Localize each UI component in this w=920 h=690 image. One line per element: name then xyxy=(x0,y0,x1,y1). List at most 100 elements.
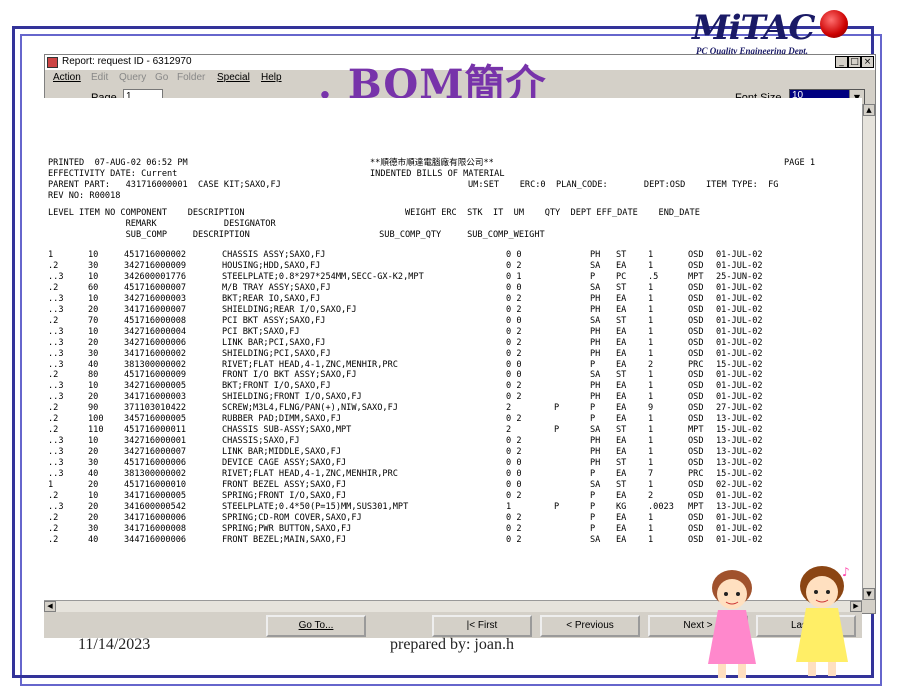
table-cell: 01-JUL-02 xyxy=(716,523,763,534)
table-cell: 341716000006 xyxy=(124,512,187,523)
menu-edit[interactable]: Edit xyxy=(91,72,108,83)
column-header-2: REMARK DESIGNATOR xyxy=(48,219,276,229)
table-cell: 13-JUL-02 xyxy=(716,501,763,512)
mitac-logo: MiTAC PC Quality Engineering Dept. xyxy=(692,6,852,56)
first-button[interactable]: |< First xyxy=(432,615,532,637)
table-cell: 1 xyxy=(648,304,654,315)
maximize-button[interactable]: □ xyxy=(848,56,861,68)
table-cell: 1 xyxy=(648,315,654,326)
effectivity-line: EFFECTIVITY DATE: Current xyxy=(48,169,178,179)
table-cell: 1 xyxy=(648,348,654,359)
table-cell: 0 0 xyxy=(506,479,522,490)
table-cell: ..3 xyxy=(48,293,64,304)
close-button[interactable]: × xyxy=(861,56,874,68)
table-cell: ..3 xyxy=(48,458,64,469)
table-cell: PH xyxy=(590,392,601,403)
table-cell: 342716000004 xyxy=(124,326,187,337)
table-cell: 9 xyxy=(648,403,654,414)
table-cell: 341716000008 xyxy=(124,523,187,534)
table-cell: 100 xyxy=(88,414,104,425)
table-cell: SCREW;M3L4,FLNG/PAN(+),NIW,SAXO,FJ xyxy=(222,403,398,414)
minimize-button[interactable]: _ xyxy=(835,56,848,68)
table-cell: 1 xyxy=(506,501,512,512)
table-cell: 13-JUL-02 xyxy=(716,436,763,447)
table-cell: 01-JUL-02 xyxy=(716,348,763,359)
table-cell: 20 xyxy=(88,501,99,512)
table-cell: 342600001776 xyxy=(124,271,187,282)
table-cell: 15-JUL-02 xyxy=(716,425,763,436)
menu-go[interactable]: Go xyxy=(155,72,168,83)
table-cell: 0 2 xyxy=(506,348,522,359)
table-cell: STEELPLATE;0.4*50(P=15)MM,SUS301,MPT xyxy=(222,501,409,512)
table-cell: 345716000005 xyxy=(124,414,187,425)
table-cell: SA xyxy=(590,479,601,490)
table-cell: 01-JUL-02 xyxy=(716,370,763,381)
table-cell: .5 xyxy=(648,271,659,282)
table-cell: 2 xyxy=(506,425,512,436)
table-cell: ST xyxy=(616,370,627,381)
table-cell: PH xyxy=(590,326,601,337)
table-cell: 0 0 xyxy=(506,282,522,293)
table-cell: ST xyxy=(616,250,627,260)
table-cell: 341716000002 xyxy=(124,348,187,359)
company-name: **順德市順達電腦廠有限公司** xyxy=(370,158,494,168)
table-cell: 10 xyxy=(88,250,99,260)
table-cell: 1 xyxy=(648,326,654,337)
table-cell: FRONT I/O BKT ASSY;SAXO,FJ xyxy=(222,370,357,381)
table-cell: EA xyxy=(616,260,627,271)
menu-query[interactable]: Query xyxy=(119,72,146,83)
table-cell: ST xyxy=(616,282,627,293)
table-cell: 451716000010 xyxy=(124,479,187,490)
table-cell: 10 xyxy=(88,436,99,447)
table-cell: 1 xyxy=(648,425,654,436)
table-cell: OSD xyxy=(688,534,704,545)
table-cell: 60 xyxy=(88,282,99,293)
table-cell: 0 0 xyxy=(506,458,522,469)
menu-folder[interactable]: Folder xyxy=(177,72,205,83)
table-cell: 25-JUN-02 xyxy=(716,271,763,282)
scroll-down-icon[interactable]: ▼ xyxy=(863,588,875,600)
table-cell: PCI BKT ASSY;SAXO,FJ xyxy=(222,315,326,326)
table-cell: 341716000005 xyxy=(124,490,187,501)
previous-button[interactable]: < Previous xyxy=(540,615,640,637)
table-cell: MPT xyxy=(688,271,704,282)
table-cell: BKT;FRONT I/O,SAXO,FJ xyxy=(222,381,331,392)
table-cell: PH xyxy=(590,458,601,469)
scroll-up-icon[interactable]: ▲ xyxy=(863,104,875,116)
table-cell: 1 xyxy=(48,479,54,490)
table-cell: 0 2 xyxy=(506,304,522,315)
table-cell: ..3 xyxy=(48,392,64,403)
table-cell: EA xyxy=(616,403,627,414)
menu-action[interactable]: Action xyxy=(53,72,81,83)
table-cell: 10 xyxy=(88,490,99,501)
table-cell: 13-JUL-02 xyxy=(716,414,763,425)
table-cell: 0 2 xyxy=(506,447,522,458)
table-cell: 0 2 xyxy=(506,326,522,337)
scroll-left-icon[interactable]: ◀ xyxy=(44,601,56,612)
table-cell: 2 xyxy=(648,359,654,370)
table-cell: ..3 xyxy=(48,348,64,359)
table-cell: ST xyxy=(616,458,627,469)
table-cell: .2 xyxy=(48,534,59,545)
table-cell: 1 xyxy=(648,282,654,293)
table-cell: 7 xyxy=(648,469,654,479)
goto-button[interactable]: Go To... xyxy=(266,615,366,637)
logo-brand: MiTAC xyxy=(692,8,815,48)
menu-special[interactable]: Special xyxy=(217,72,250,83)
table-cell: 90 xyxy=(88,403,99,414)
table-cell: 451716000009 xyxy=(124,370,187,381)
table-cell: 341716000003 xyxy=(124,392,187,403)
logo-ball-icon xyxy=(820,10,848,38)
table-cell: SPRING;FRONT I/O,SAXO,FJ xyxy=(222,490,347,501)
table-cell: EA xyxy=(616,436,627,447)
vertical-scrollbar[interactable]: ▲ ▼ xyxy=(862,104,875,600)
table-cell: PH xyxy=(590,337,601,348)
table-cell: 451716000011 xyxy=(124,425,187,436)
table-cell: 1 xyxy=(48,250,54,260)
table-cell: 20 xyxy=(88,337,99,348)
menu-help[interactable]: Help xyxy=(261,72,282,83)
table-cell: OSD xyxy=(688,512,704,523)
table-cell: 20 xyxy=(88,392,99,403)
table-cell: 40 xyxy=(88,469,99,479)
table-cell: 01-JUL-02 xyxy=(716,260,763,271)
